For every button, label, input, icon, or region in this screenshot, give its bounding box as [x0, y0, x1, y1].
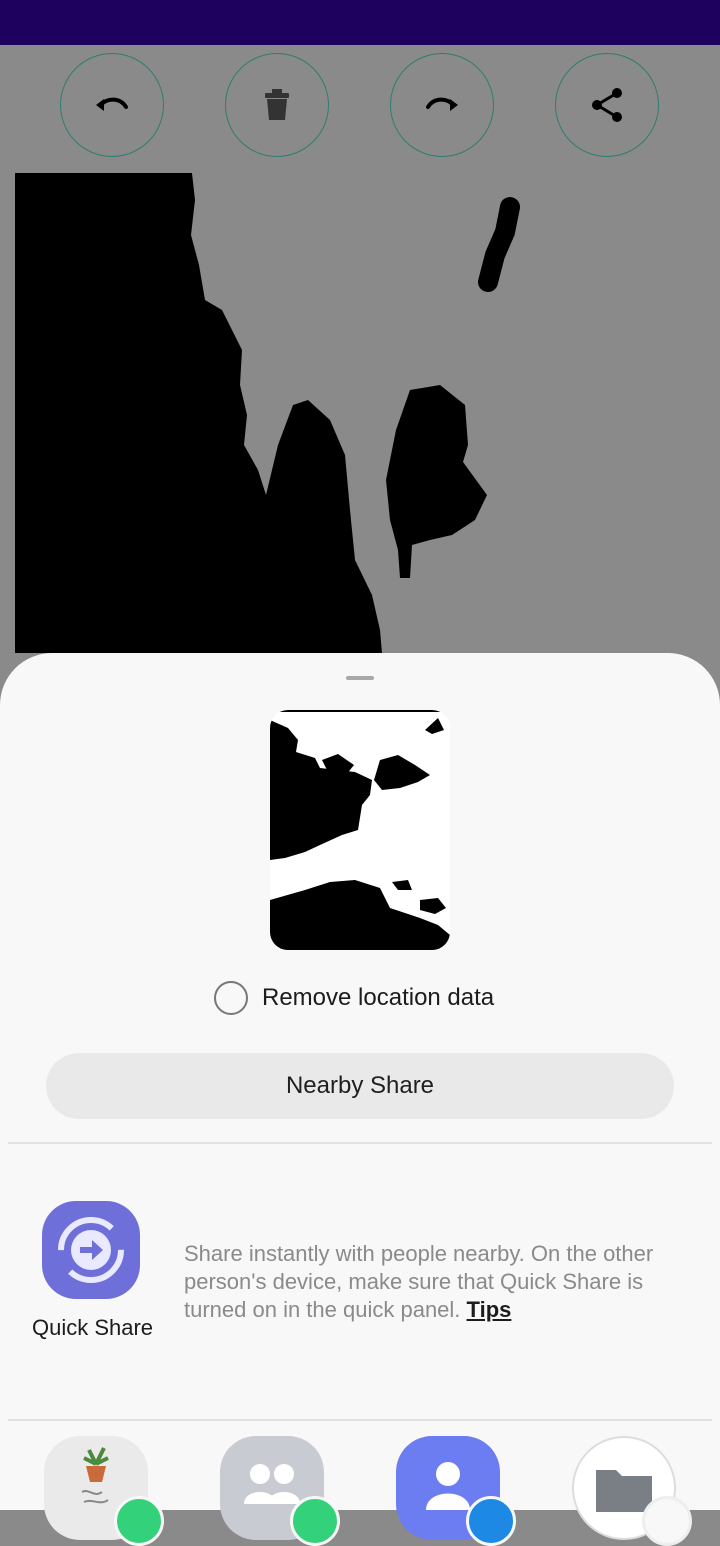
sheet-drag-handle[interactable] — [346, 676, 374, 680]
quick-share-icon — [58, 1217, 124, 1283]
quick-share-description: Share instantly with people nearby. On t… — [184, 1240, 664, 1324]
remove-location-radio[interactable] — [214, 981, 248, 1015]
share-sheet: Remove location data Nearby Share Quick … — [0, 653, 720, 1546]
remove-location-option[interactable]: Remove location data — [214, 979, 494, 1017]
status-bar — [0, 0, 720, 45]
share-icon — [592, 88, 622, 122]
share-button[interactable] — [555, 53, 659, 157]
app-badge — [114, 1496, 164, 1546]
undo-icon — [96, 97, 128, 111]
app-badge — [642, 1496, 692, 1546]
redo-icon — [426, 97, 458, 111]
tips-link[interactable]: Tips — [467, 1297, 512, 1322]
app-badge — [290, 1496, 340, 1546]
divider — [8, 1142, 712, 1144]
quick-share-description-text: Share instantly with people nearby. On t… — [184, 1241, 654, 1322]
undo-button[interactable] — [60, 53, 164, 157]
trash-icon — [265, 89, 289, 120]
delete-button[interactable] — [225, 53, 329, 157]
share-image-preview — [270, 710, 450, 950]
divider — [8, 1419, 712, 1421]
redo-button[interactable] — [390, 53, 494, 157]
nearby-share-button[interactable]: Nearby Share — [46, 1053, 674, 1119]
app-badge — [466, 1496, 516, 1546]
quick-share-button[interactable] — [42, 1201, 140, 1299]
quick-share-label: Quick Share — [31, 1315, 154, 1340]
remove-location-label: Remove location data — [262, 984, 495, 1011]
